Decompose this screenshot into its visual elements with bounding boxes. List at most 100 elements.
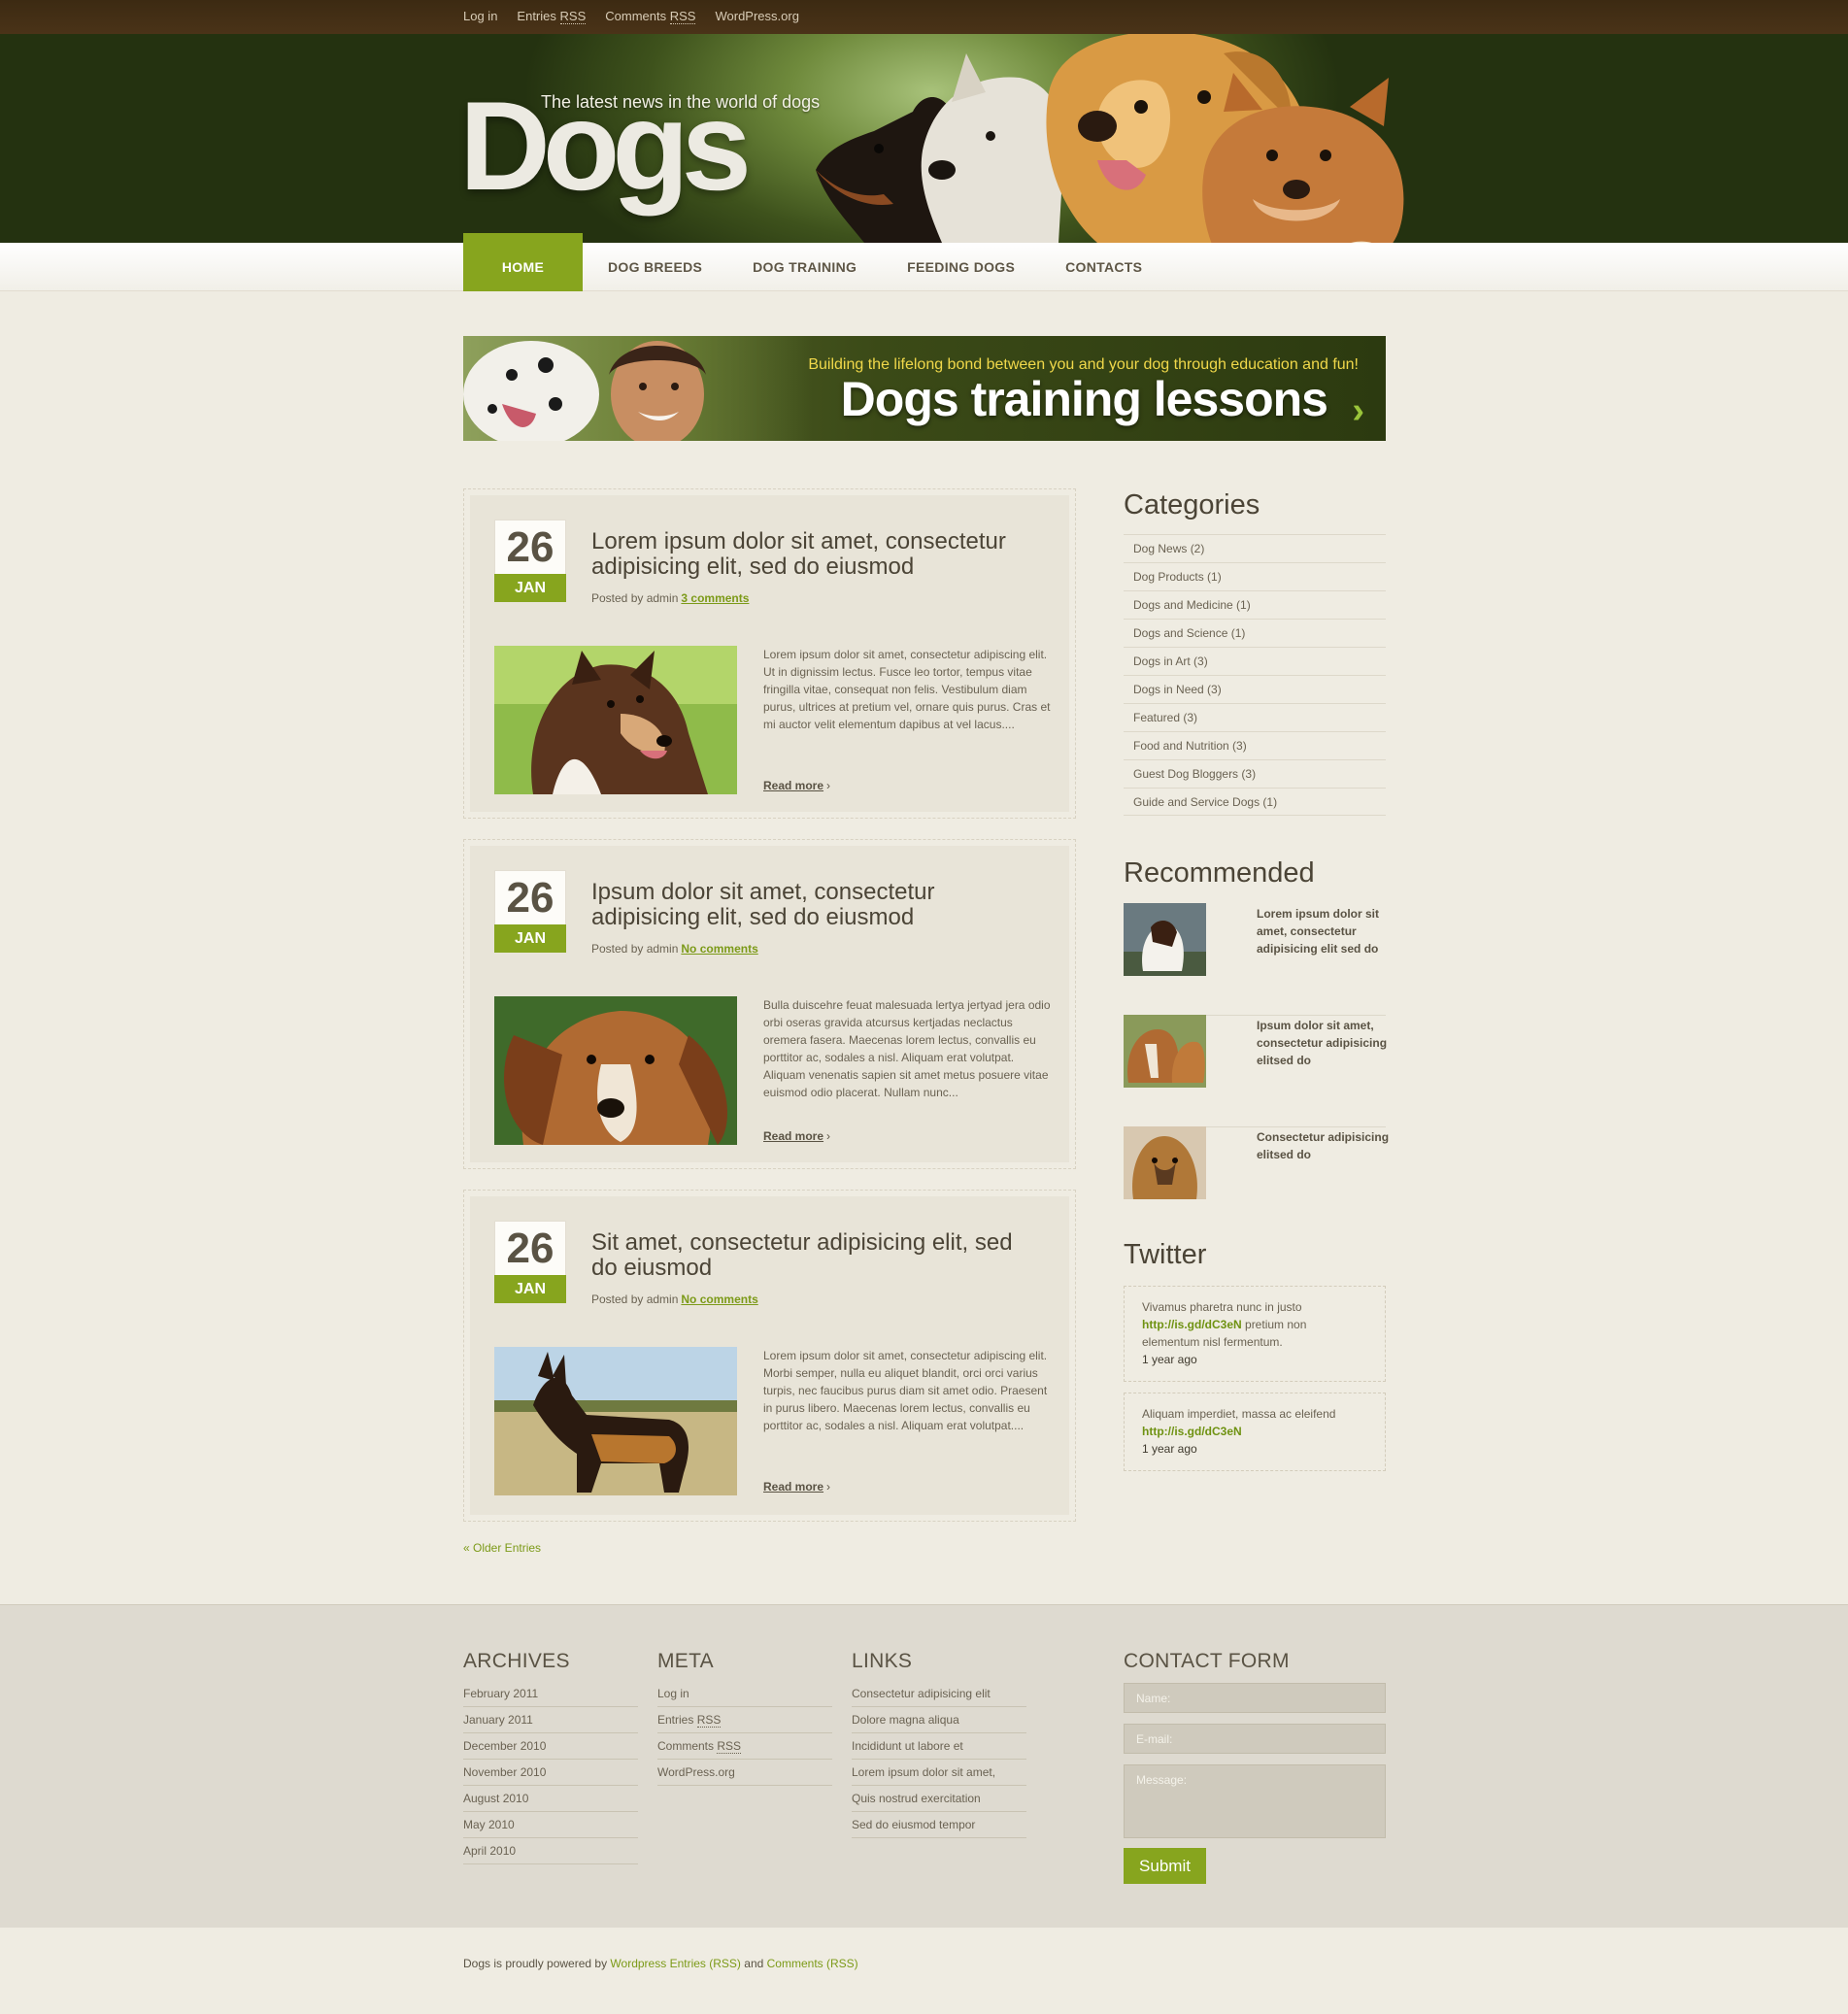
category-link[interactable]: Dogs and Medicine (1): [1124, 590, 1386, 619]
tweet-link[interactable]: http://is.gd/dC3eN: [1142, 1425, 1242, 1438]
email-field[interactable]: [1124, 1724, 1386, 1754]
category-link[interactable]: Guide and Service Dogs (1): [1124, 788, 1386, 816]
meta-login-link[interactable]: Log in: [657, 1681, 832, 1707]
name-field[interactable]: [1124, 1683, 1386, 1713]
post-image-collie[interactable]: [494, 646, 737, 794]
category-link[interactable]: Dogs in Art (3): [1124, 647, 1386, 675]
category-link[interactable]: Dog News (2): [1124, 534, 1386, 562]
recommended-link[interactable]: Ipsum dolor sit amet, consectetur adipis…: [1257, 1017, 1393, 1069]
archive-link[interactable]: April 2010: [463, 1838, 638, 1864]
post-day: 26: [494, 870, 566, 924]
links-heading: LINKS: [852, 1650, 913, 1672]
read-more-link[interactable]: Read more ›: [763, 1480, 830, 1494]
archive-link[interactable]: November 2010: [463, 1760, 638, 1786]
meta-comments-rss-link[interactable]: Comments RSS: [657, 1733, 832, 1760]
footer-link[interactable]: Lorem ipsum dolor sit amet,: [852, 1760, 1026, 1786]
blog-post: 26 JAN Lorem ipsum dolor sit amet, conse…: [463, 488, 1076, 819]
message-field[interactable]: [1124, 1764, 1386, 1838]
recommended-link[interactable]: Lorem ipsum dolor sit amet, consectetur …: [1257, 905, 1393, 957]
submit-button[interactable]: Submit: [1124, 1848, 1206, 1884]
archive-link[interactable]: February 2011: [463, 1681, 638, 1707]
chevron-right-icon[interactable]: ›: [1352, 390, 1364, 432]
footer-link[interactable]: Consectetur adipisicing elit: [852, 1681, 1026, 1707]
recommended-item: Lorem ipsum dolor sit amet, consectetur …: [1124, 903, 1386, 1016]
post-meta: Posted by admin 3 comments: [591, 591, 750, 605]
tweet: Aliquam imperdiet, massa ac eleifend htt…: [1124, 1393, 1386, 1471]
tweet-time[interactable]: 1 year ago: [1142, 1353, 1197, 1366]
comments-link[interactable]: No comments: [681, 1292, 757, 1306]
meta-wordpress-link[interactable]: WordPress.org: [657, 1760, 832, 1786]
comments-rss-credit-link[interactable]: Comments (RSS): [767, 1957, 858, 1970]
site-tagline: The latest news in the world of dogs: [541, 92, 821, 112]
recommended-thumb[interactable]: [1124, 903, 1206, 976]
banner-photo: [463, 336, 813, 441]
footer-link[interactable]: Sed do eiusmod tempor: [852, 1812, 1026, 1838]
post-image-beagle[interactable]: [494, 996, 737, 1145]
archive-link[interactable]: December 2010: [463, 1733, 638, 1760]
meta-column: META Log in Entries RSS Comments RSS Wor…: [657, 1650, 832, 1786]
recommended-thumb[interactable]: [1124, 1126, 1206, 1199]
contact-form: CONTACT FORM Submit: [1124, 1650, 1386, 1884]
post-title[interactable]: Lorem ipsum dolor sit amet, consectetur …: [591, 529, 1028, 580]
top-bar: Log in Entries RSS Comments RSS WordPres…: [0, 0, 1848, 34]
post-title[interactable]: Ipsum dolor sit amet, consectetur adipis…: [591, 880, 1028, 930]
comments-rss-link[interactable]: Comments RSS: [605, 9, 696, 24]
tweet-time[interactable]: 1 year ago: [1142, 1442, 1197, 1456]
nav-home[interactable]: HOME: [463, 233, 583, 291]
nav-bar: HOME DOG BREEDS DOG TRAINING FEEDING DOG…: [0, 233, 1848, 291]
archives-heading: ARCHIVES: [463, 1650, 570, 1672]
wordpress-credit-link[interactable]: Wordpress: [610, 1957, 666, 1970]
post-image-german-shepherd[interactable]: [494, 1347, 737, 1495]
comments-link[interactable]: 3 comments: [681, 591, 749, 605]
archives-column: ARCHIVES February 2011 January 2011 Dece…: [463, 1650, 638, 1864]
wordpress-link[interactable]: WordPress.org: [715, 9, 798, 23]
bottom-bar: Dogs is proudly powered by Wordpress Ent…: [0, 1928, 1848, 2014]
post-date: 26 JAN: [494, 870, 566, 953]
training-banner[interactable]: Building the lifelong bond between you a…: [463, 336, 1386, 441]
post-excerpt: Bulla duiscehre feuat malesuada lertya j…: [763, 998, 1051, 1099]
footer-link[interactable]: Incididunt ut labore et: [852, 1733, 1026, 1760]
category-link[interactable]: Food and Nutrition (3): [1124, 731, 1386, 759]
read-more-link[interactable]: Read more ›: [763, 779, 830, 792]
post-month: JAN: [494, 574, 566, 602]
nav-contacts[interactable]: CONTACTS: [1040, 233, 1167, 291]
meta-heading: META: [657, 1650, 714, 1672]
entries-rss-credit-link[interactable]: Entries (RSS): [670, 1957, 741, 1970]
nav-dog-training[interactable]: DOG TRAINING: [727, 233, 882, 291]
category-link[interactable]: Guest Dog Bloggers (3): [1124, 759, 1386, 788]
footer-link[interactable]: Dolore magna aliqua: [852, 1707, 1026, 1733]
category-link[interactable]: Dogs in Need (3): [1124, 675, 1386, 703]
post-date: 26 JAN: [494, 520, 566, 602]
tweet-link[interactable]: http://is.gd/dC3eN: [1142, 1318, 1242, 1331]
links-column: LINKS Consectetur adipisicing elit Dolor…: [852, 1650, 1026, 1838]
chevron-right-icon: ›: [826, 779, 831, 792]
read-more-link[interactable]: Read more ›: [763, 1129, 830, 1143]
blog-post: 26 JAN Ipsum dolor sit amet, consectetur…: [463, 839, 1076, 1169]
footer-link[interactable]: Quis nostrud exercitation: [852, 1786, 1026, 1812]
archive-link[interactable]: January 2011: [463, 1707, 638, 1733]
post-title[interactable]: Sit amet, consectetur adipisicing elit, …: [591, 1230, 1028, 1281]
archive-link[interactable]: May 2010: [463, 1812, 638, 1838]
meta-entries-rss-link[interactable]: Entries RSS: [657, 1707, 832, 1733]
main-nav: HOME DOG BREEDS DOG TRAINING FEEDING DOG…: [463, 233, 1167, 291]
post-meta: Posted by admin No comments: [591, 942, 758, 956]
banner-title: Dogs training lessons: [840, 372, 1328, 426]
category-link[interactable]: Featured (3): [1124, 703, 1386, 731]
recommended-item: Ipsum dolor sit amet, consectetur adipis…: [1124, 1015, 1387, 1127]
category-link[interactable]: Dog Products (1): [1124, 562, 1386, 590]
login-link[interactable]: Log in: [463, 9, 497, 23]
post-day: 26: [494, 520, 566, 574]
recommended-link[interactable]: Consectetur adipisicing elitsed do: [1257, 1128, 1393, 1163]
nav-dog-breeds[interactable]: DOG BREEDS: [583, 233, 727, 291]
comments-link[interactable]: No comments: [681, 942, 757, 956]
entries-rss-link[interactable]: Entries RSS: [517, 9, 587, 24]
post-day: 26: [494, 1221, 566, 1275]
category-link[interactable]: Dogs and Science (1): [1124, 619, 1386, 647]
tweet: Vivamus pharetra nunc in justo http://is…: [1124, 1286, 1386, 1382]
recommended-heading: Recommended: [1124, 857, 1315, 889]
recommended-thumb[interactable]: [1124, 1015, 1206, 1088]
archive-link[interactable]: August 2010: [463, 1786, 638, 1812]
post-month: JAN: [494, 1275, 566, 1303]
nav-feeding-dogs[interactable]: FEEDING DOGS: [882, 233, 1040, 291]
older-entries-link[interactable]: « Older Entries: [463, 1541, 541, 1555]
